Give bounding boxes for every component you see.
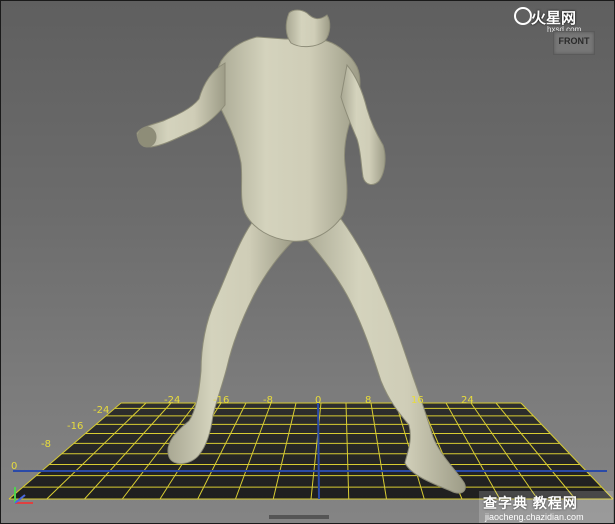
view-cube[interactable]: FRONT <box>553 31 595 55</box>
grid-label-x: -16 <box>213 395 230 406</box>
viewport[interactable]: -24 -16 -8 0 8 16 24 -24 -16 -8 0 火星网 hx… <box>0 0 615 524</box>
camera-label: FRONT <box>558 36 590 46</box>
grid-axis-z <box>317 402 320 500</box>
grid-label-z: -16 <box>67 421 84 432</box>
viewport-status-strip <box>269 515 329 519</box>
watermark-logo-icon <box>514 7 532 25</box>
grid-label-z: -24 <box>93 405 110 416</box>
grid-label-z: 0 <box>11 461 18 472</box>
watermark-url-bottom: jiaocheng.chazidian.com <box>485 512 584 522</box>
grid-label-x: 24 <box>461 395 474 406</box>
left-sleeve-opening <box>137 126 157 148</box>
viewport-scene <box>8 9 614 500</box>
watermark-brand-bottom: 查字典 教程网 <box>483 495 578 511</box>
grid-label-x: -24 <box>164 395 181 406</box>
grid-plane <box>9 403 613 499</box>
torso <box>214 36 361 242</box>
grid-label-z: -8 <box>41 439 51 450</box>
xyz-axis-icon <box>14 487 33 504</box>
grid-label-x: 16 <box>411 395 424 406</box>
neck-collar <box>285 9 331 48</box>
grid-label-x: 0 <box>315 395 322 406</box>
grid-label-x: -8 <box>263 395 273 406</box>
ground-grid <box>8 402 614 500</box>
grid-label-x: 8 <box>365 395 372 406</box>
